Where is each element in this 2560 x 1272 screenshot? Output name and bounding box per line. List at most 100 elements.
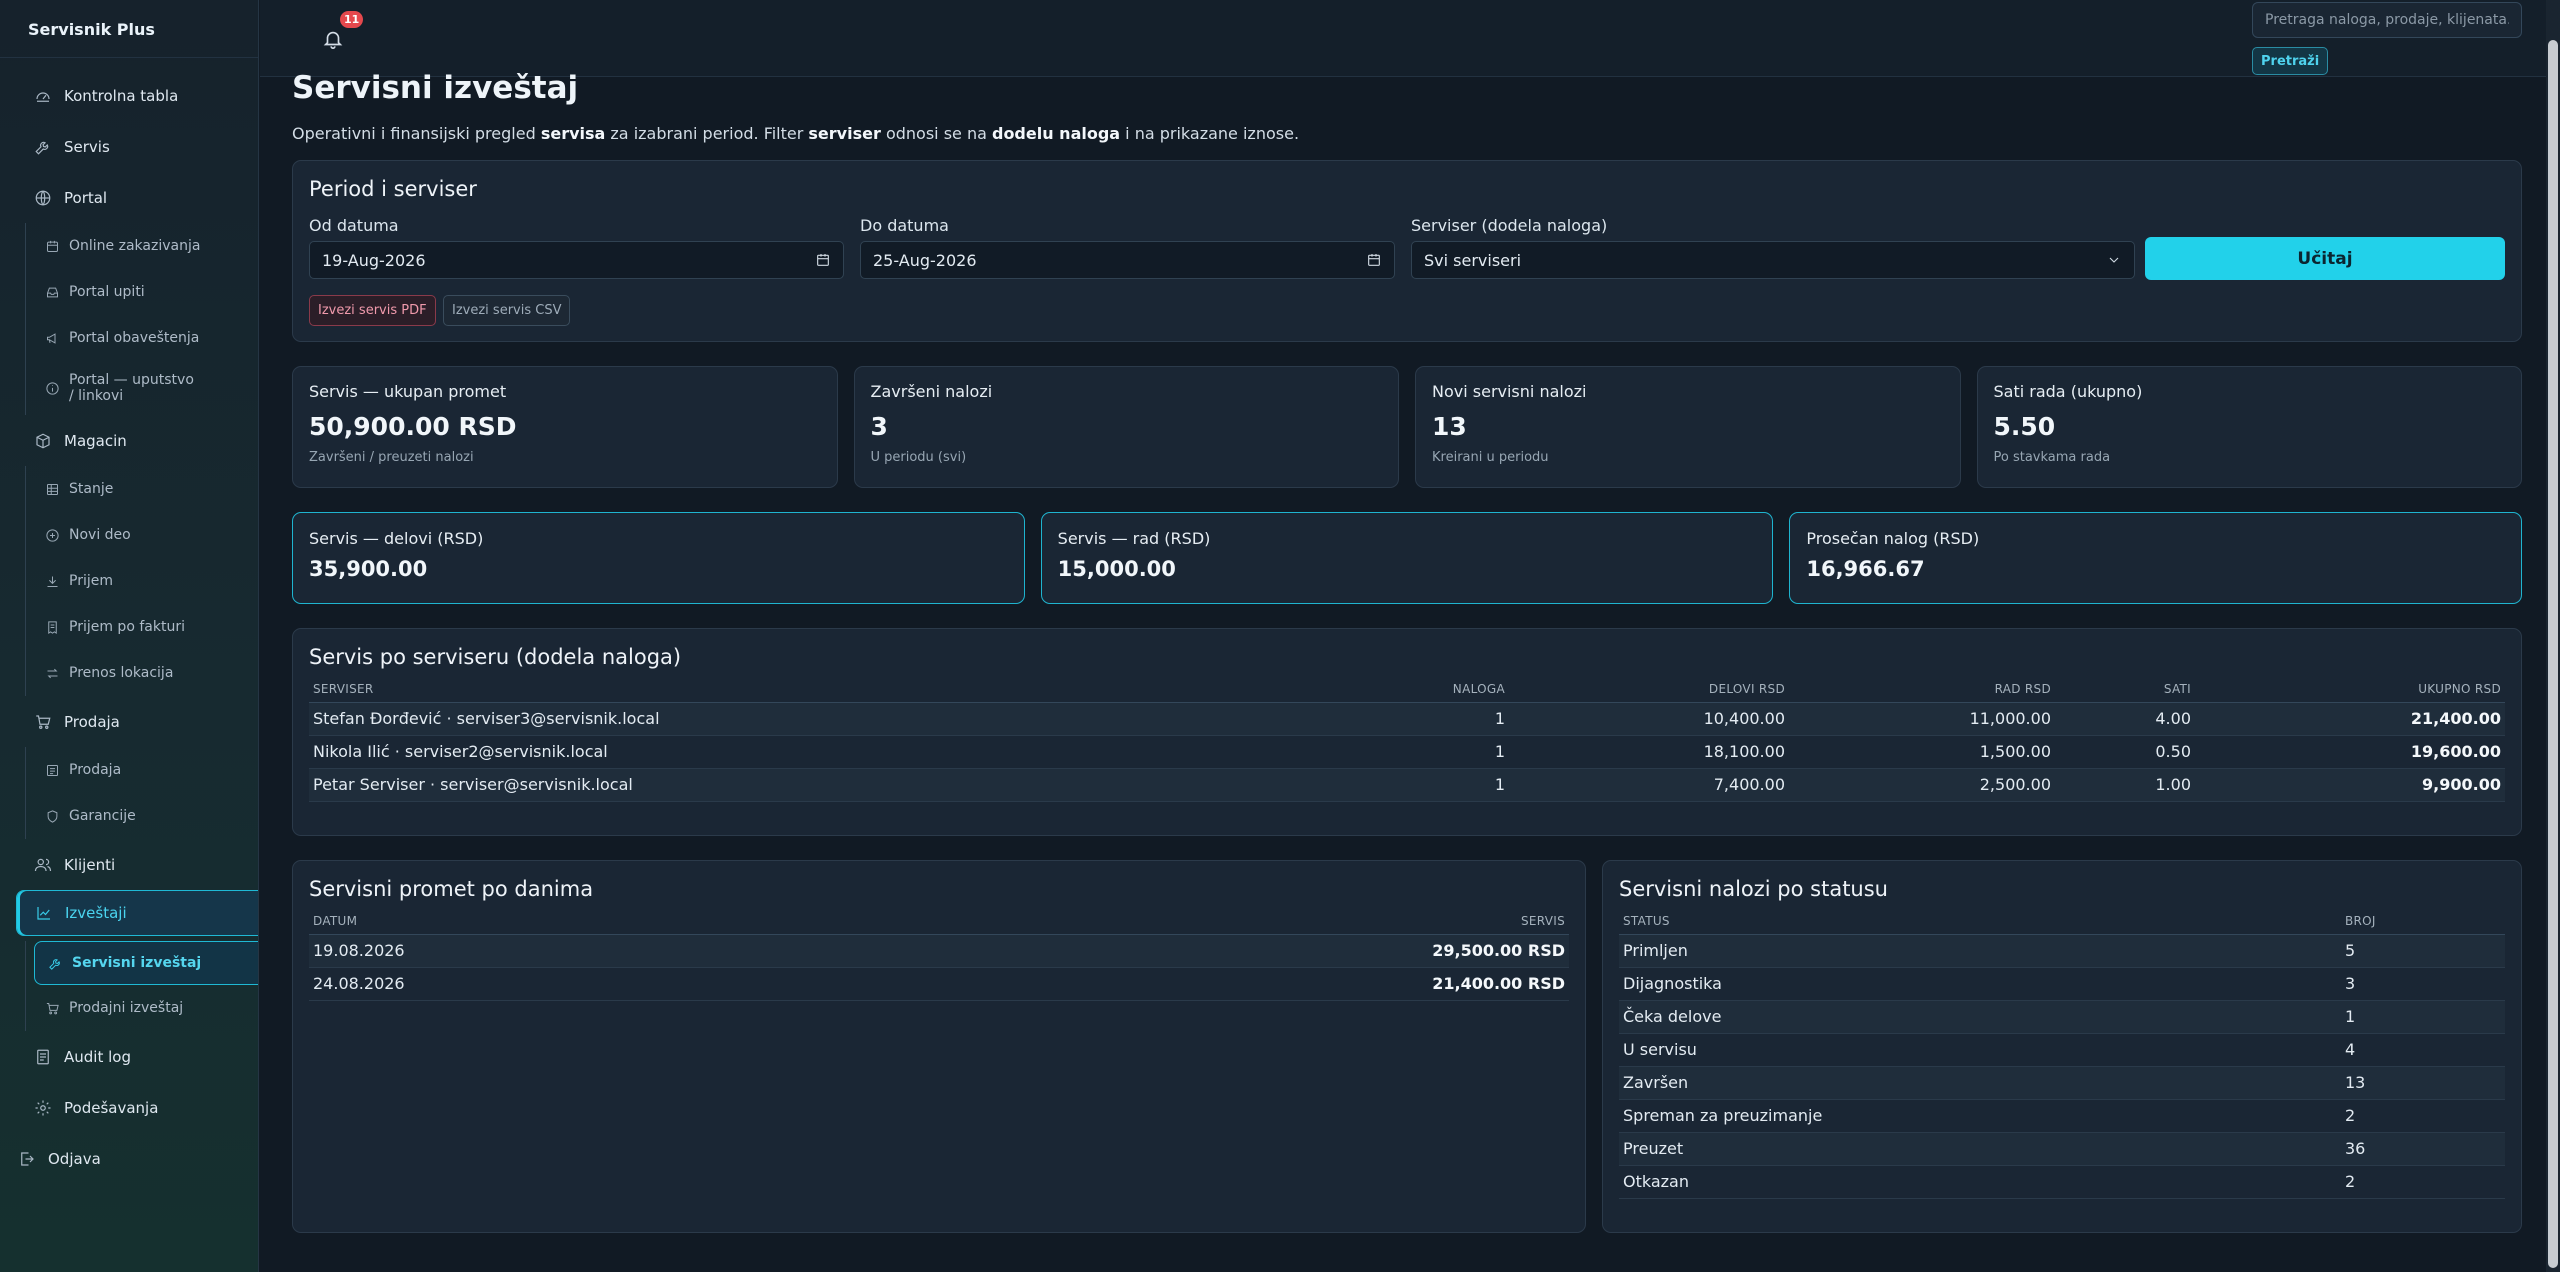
table-cell: 1,500.00 bbox=[1789, 735, 2055, 769]
portal-submenu: Online zakazivanja Portal upiti Portal o… bbox=[25, 223, 258, 415]
notifications-button[interactable] bbox=[322, 28, 344, 50]
transfer-icon bbox=[43, 664, 61, 682]
column-header: Serviser bbox=[309, 677, 1309, 703]
sidebar-item-label: Portal bbox=[64, 188, 108, 207]
sidebar-item-prijem[interactable]: Prijem bbox=[26, 558, 258, 604]
sidebar-item-servisni-izvestaj[interactable]: Servisni izveštaj bbox=[34, 941, 258, 985]
table-cell: 5 bbox=[2341, 934, 2505, 968]
sidebar-item-prijem-po-fakturi[interactable]: Prijem po fakturi bbox=[26, 604, 258, 650]
column-header: Naloga bbox=[1309, 677, 1509, 703]
sidebar-item-label: Izveštaji bbox=[65, 904, 127, 922]
globe-icon bbox=[33, 188, 53, 208]
sidebar-item-label: Prodaja bbox=[69, 762, 122, 778]
table-cell: 29,500.00 RSD bbox=[831, 934, 1569, 968]
table-cell: 2 bbox=[2341, 1099, 2505, 1133]
by-day-title: Servisni promet po danima bbox=[309, 877, 594, 901]
stat-title: Novi servisni nalozi bbox=[1432, 382, 1587, 401]
sidebar-item-label: Garancije bbox=[69, 808, 136, 824]
sidebar-item-label: Podešavanja bbox=[64, 1098, 159, 1117]
column-header: Servis bbox=[831, 909, 1569, 935]
table-row: Završen 13 bbox=[1619, 1066, 2505, 1100]
export-pdf-button[interactable]: Izvezi servis PDF bbox=[309, 295, 436, 326]
table-row: Stefan Đorđević · serviser3@servisnik.lo… bbox=[309, 702, 2505, 736]
sidebar-item-settings[interactable]: Podešavanja bbox=[0, 1082, 258, 1133]
main-content: Servisni izveštaj Operativni i finansijs… bbox=[292, 70, 2523, 1233]
export-csv-button[interactable]: Izvezi servis CSV bbox=[443, 295, 571, 326]
cart-icon bbox=[43, 999, 61, 1017]
column-header: Ukupno RSD bbox=[2195, 677, 2505, 703]
from-date-value: 19-Aug-2026 bbox=[322, 250, 426, 270]
sidebar-item-novi-deo[interactable]: Novi deo bbox=[26, 512, 258, 558]
izvestaji-submenu: Servisni izveštaj Prodajni izveštaj bbox=[25, 941, 258, 1031]
sidebar-item-klijenti[interactable]: Klijenti bbox=[0, 839, 258, 890]
stat-value: 35,900.00 bbox=[309, 557, 428, 581]
sidebar-item-label: Prenos lokacija bbox=[69, 665, 174, 681]
sidebar-item-label: Portal — uputstvo / linkovi bbox=[69, 372, 194, 404]
from-date-input[interactable]: 19-Aug-2026 bbox=[309, 241, 844, 279]
scrollbar[interactable] bbox=[2546, 0, 2560, 1272]
stat-sub: U periodu (svi) bbox=[870, 450, 967, 465]
sidebar-item-izvestaji[interactable]: Izveštaji bbox=[16, 890, 258, 936]
stat-card-labor: Servis — rad (RSD) 15,000.00 bbox=[1040, 512, 1774, 604]
sidebar-item-prodaja[interactable]: Prodaja bbox=[0, 696, 258, 747]
table-row: Nikola Ilić · serviser2@servisnik.local … bbox=[309, 735, 2505, 769]
sidebar-item-dashboard[interactable]: Kontrolna tabla bbox=[0, 70, 258, 121]
box-icon bbox=[33, 431, 53, 451]
sidebar-item-online-zakazivanja[interactable]: Online zakazivanja bbox=[26, 223, 258, 269]
logout-icon bbox=[17, 1149, 37, 1169]
table-cell: 1 bbox=[1309, 768, 1509, 802]
scrollbar-thumb[interactable] bbox=[2548, 40, 2558, 1268]
sidebar-item-prodaja-sub[interactable]: Prodaja bbox=[26, 747, 258, 793]
table-cell: 2 bbox=[2341, 1165, 2505, 1199]
table-cell: U servisu bbox=[1619, 1033, 2341, 1067]
stat-card-average: Prosečan nalog (RSD) 16,966.67 bbox=[1789, 512, 2523, 604]
sidebar-item-portal[interactable]: Portal bbox=[0, 172, 258, 223]
bottom-row: Servisni promet po danima Datum Servis 1… bbox=[292, 860, 2522, 1233]
stat-value: 3 bbox=[870, 412, 888, 441]
stat-value: 15,000.00 bbox=[1057, 557, 1176, 581]
sidebar-item-magacin[interactable]: Magacin bbox=[0, 415, 258, 466]
sidebar-item-portal-obavestenja[interactable]: Portal obaveštenja bbox=[26, 315, 258, 361]
stat-card-parts: Servis — delovi (RSD) 35,900.00 bbox=[292, 512, 1025, 604]
sidebar-item-stanje[interactable]: Stanje bbox=[26, 466, 258, 512]
serviser-select[interactable]: Svi serviseri bbox=[1411, 241, 2135, 279]
table-cell: 7,400.00 bbox=[1509, 768, 1789, 802]
inbox-icon bbox=[43, 283, 61, 301]
table-cell: 4 bbox=[2341, 1033, 2505, 1067]
stat-title: Prosečan nalog (RSD) bbox=[1806, 529, 1980, 548]
table-cell: 1 bbox=[1309, 735, 1509, 769]
gear-icon bbox=[33, 1098, 53, 1118]
sidebar-item-prodajni-izvestaj[interactable]: Prodajni izveštaj bbox=[26, 985, 258, 1031]
serviser-label: Serviser (dodela naloga) bbox=[1411, 216, 1608, 235]
sidebar-item-servis[interactable]: Servis bbox=[0, 121, 258, 172]
sidebar-item-label: Klijenti bbox=[64, 855, 116, 874]
sidebar-item-portal-uputstvo[interactable]: Portal — uputstvo / linkovi bbox=[26, 361, 258, 415]
table-cell: Stefan Đorđević · serviser3@servisnik.lo… bbox=[309, 702, 1309, 736]
sidebar-item-prenos-lokacija[interactable]: Prenos lokacija bbox=[26, 650, 258, 696]
table-cell: Nikola Ilić · serviser2@servisnik.local bbox=[309, 735, 1309, 769]
sidebar-nav: Kontrolna tabla Servis Portal Online zak… bbox=[0, 58, 258, 1184]
sidebar-item-label: Prodaja bbox=[64, 712, 120, 731]
search-input[interactable] bbox=[2252, 2, 2522, 38]
table-cell: 4.00 bbox=[2055, 702, 2195, 736]
stat-title: Sati rada (ukupno) bbox=[1993, 382, 2143, 401]
sidebar-item-label: Portal obaveštenja bbox=[69, 330, 200, 346]
page-subtitle: Operativni i finansijski pregled servisa… bbox=[292, 124, 1300, 143]
brand-logo[interactable]: Servisnik Plus bbox=[0, 0, 258, 58]
table-cell: 24.08.2026 bbox=[309, 967, 832, 1001]
table-row: 19.08.2026 29,500.00 RSD bbox=[309, 934, 1569, 968]
sidebar-item-garancije[interactable]: Garancije bbox=[26, 793, 258, 839]
shield-icon bbox=[43, 807, 61, 825]
to-date-input[interactable]: 25-Aug-2026 bbox=[860, 241, 1395, 279]
load-button[interactable]: Učitaj bbox=[2145, 237, 2505, 280]
stat-card-new: Novi servisni nalozi 13 Kreirani u perio… bbox=[1415, 366, 1961, 488]
by-status-title: Servisni nalozi po statusu bbox=[1619, 877, 1888, 901]
to-date-value: 25-Aug-2026 bbox=[873, 250, 977, 270]
sidebar-item-portal-upiti[interactable]: Portal upiti bbox=[26, 269, 258, 315]
sidebar-item-audit-log[interactable]: Audit log bbox=[0, 1031, 258, 1082]
table-cell: 19,600.00 bbox=[2195, 735, 2505, 769]
table-cell: Čeka delove bbox=[1619, 1000, 2341, 1034]
table-cell: Dijagnostika bbox=[1619, 967, 2341, 1001]
logout-button[interactable]: Odjava bbox=[0, 1133, 258, 1184]
sidebar-item-label: Online zakazivanja bbox=[69, 238, 201, 254]
